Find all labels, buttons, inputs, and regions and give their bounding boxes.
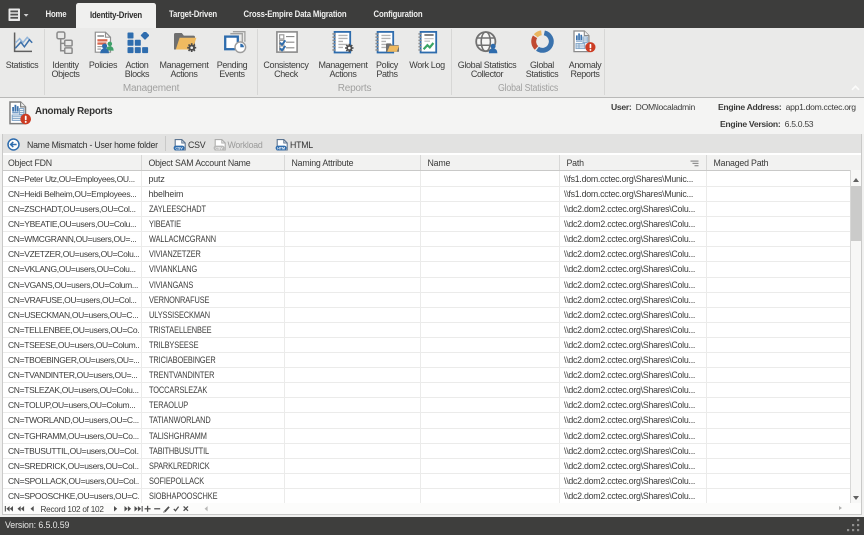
- svg-text:HTM: HTM: [277, 146, 285, 150]
- svg-text:CSV: CSV: [215, 146, 223, 150]
- svg-text:CSV: CSV: [175, 146, 183, 150]
